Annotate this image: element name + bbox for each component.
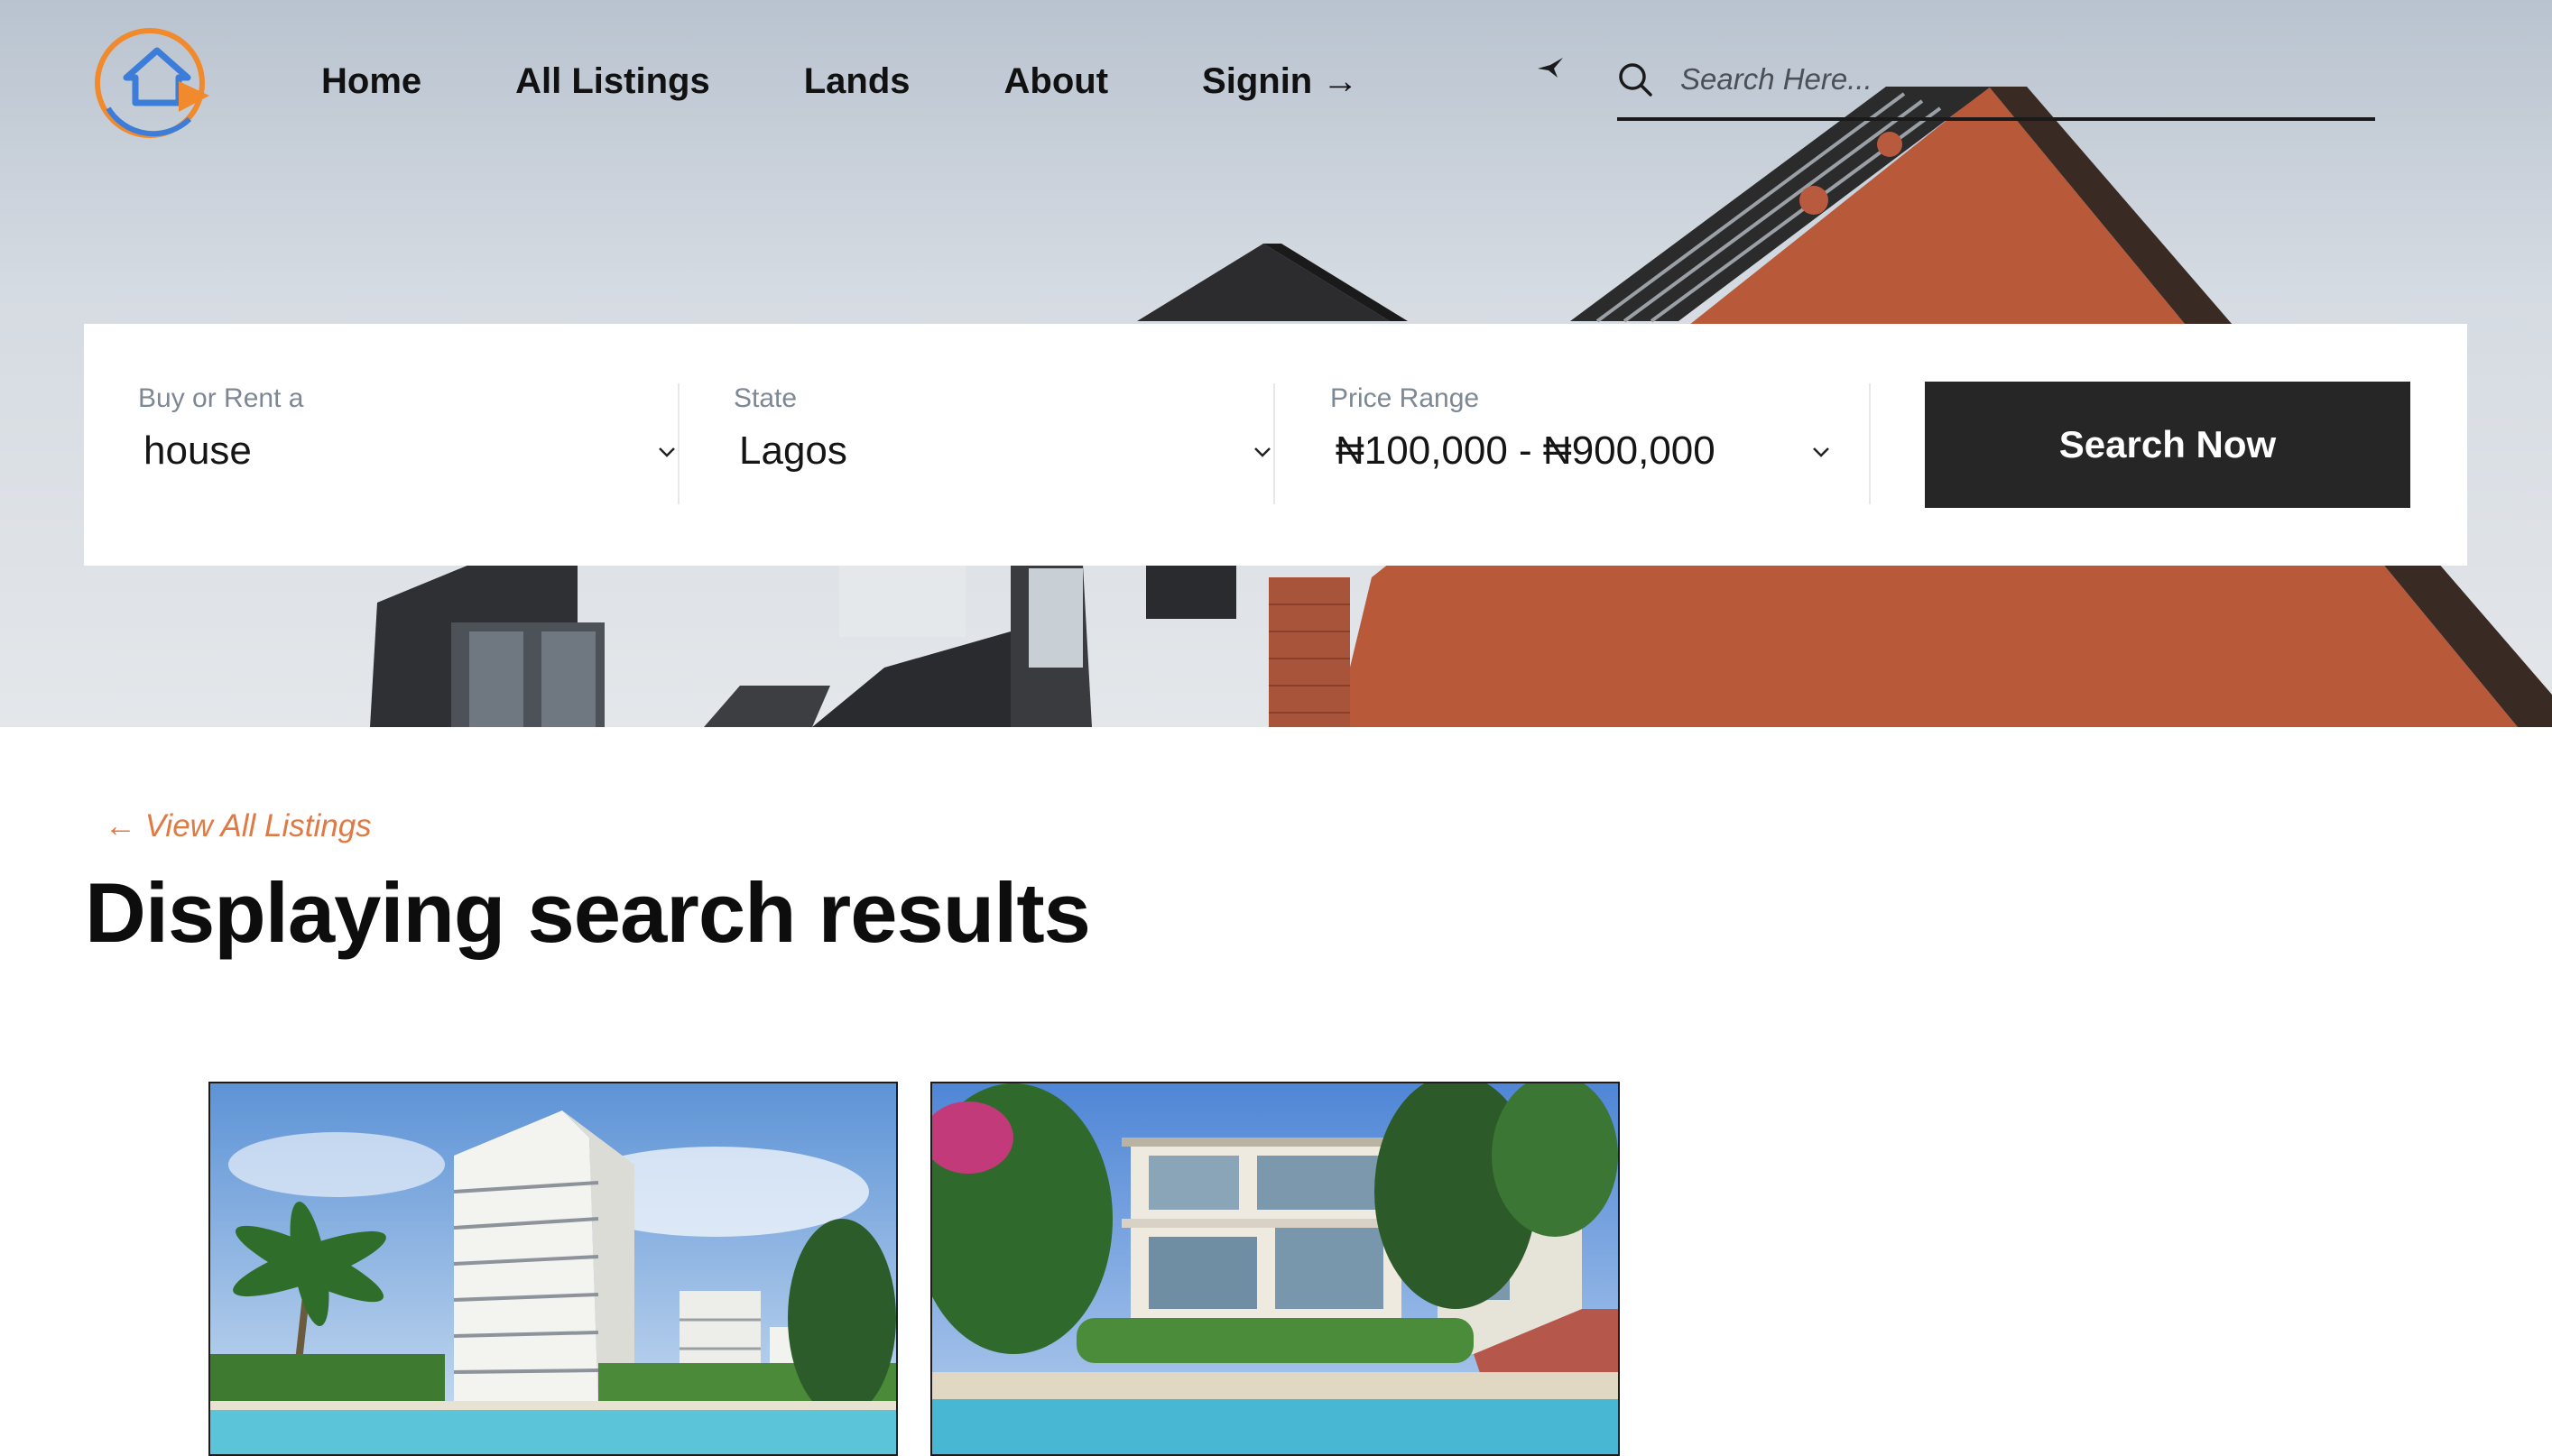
view-all-listings-link[interactable]: ← View All Listings [105, 808, 372, 844]
chevron-down-icon[interactable] [1810, 445, 1832, 459]
search-icon[interactable] [1617, 61, 1653, 97]
buy-or-rent-select[interactable]: Buy or Rent a house [138, 383, 716, 506]
divider [1869, 383, 1871, 504]
main-nav: Home All Listings Lands About Signin → [321, 56, 1358, 106]
divider [678, 383, 680, 504]
state-value: Lagos [739, 429, 847, 473]
house-arrow-logo[interactable] [90, 22, 213, 139]
listing-card[interactable] [930, 1082, 1620, 1456]
nav-all-listings[interactable]: All Listings [515, 56, 710, 106]
nav-lands[interactable]: Lands [804, 56, 911, 106]
state-label: State [734, 383, 798, 413]
buy-or-rent-label: Buy or Rent a [138, 383, 304, 413]
header-search-input[interactable] [1680, 56, 2348, 103]
price-range-label: Price Range [1330, 383, 1480, 413]
chevron-down-icon[interactable] [656, 445, 678, 459]
listing-image [210, 1083, 896, 1454]
listing-image [932, 1083, 1618, 1454]
nav-signin[interactable]: Signin → [1202, 56, 1358, 106]
hero-banner: Home All Listings Lands About Signin → B… [0, 0, 2552, 727]
bird-icon [1538, 58, 1563, 78]
buy-or-rent-value: house [143, 429, 252, 473]
header-search [1617, 51, 2375, 121]
page-title: Displaying search results [85, 865, 1091, 960]
search-now-button[interactable]: Search Now [1925, 382, 2410, 508]
chevron-down-icon[interactable] [1252, 445, 1273, 459]
nav-home[interactable]: Home [321, 56, 421, 106]
price-range-value: ₦100,000 - ₦900,000 [1336, 429, 1715, 473]
nav-about[interactable]: About [1004, 56, 1109, 106]
divider [1273, 383, 1275, 504]
listing-card[interactable] [208, 1082, 898, 1456]
price-range-select[interactable]: Price Range ₦100,000 - ₦900,000 [1330, 383, 1872, 506]
state-select[interactable]: State Lagos [734, 383, 1311, 506]
search-filter-bar: Buy or Rent a house State Lagos Price Ra… [84, 324, 2467, 566]
